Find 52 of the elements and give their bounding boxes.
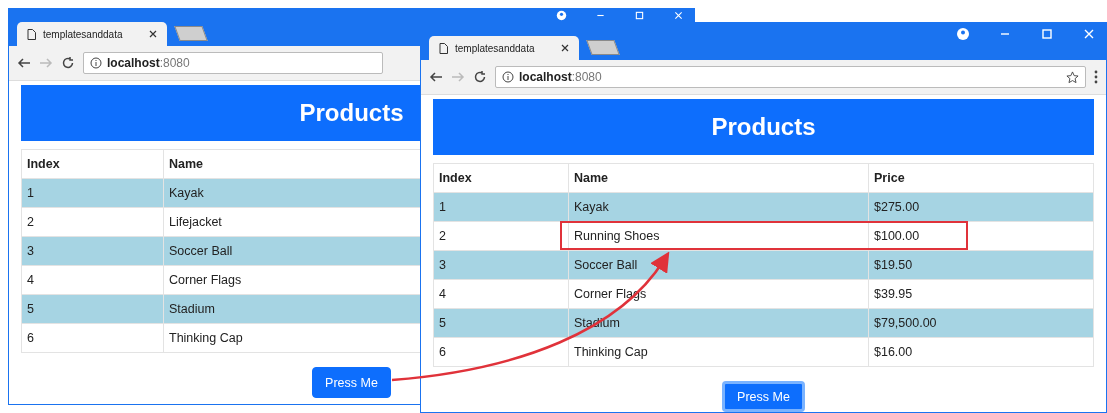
maximize-icon[interactable]	[634, 10, 645, 21]
table-cell: $39.95	[868, 279, 1094, 309]
press-me-button[interactable]: Press Me	[722, 381, 805, 412]
url-text: localhost:8080	[107, 56, 190, 70]
table-cell: Thinking Cap	[568, 337, 869, 367]
info-icon	[90, 57, 102, 69]
reload-icon[interactable]	[473, 70, 487, 84]
table-cell: 5	[433, 308, 569, 338]
column-header: Index	[433, 163, 569, 193]
column-header: Index	[21, 149, 164, 179]
back-arrow-icon[interactable]	[17, 56, 31, 70]
table-cell: $19.50	[868, 250, 1094, 280]
reload-icon[interactable]	[61, 56, 75, 70]
table-cell: 6	[21, 323, 164, 353]
column-header: Price	[868, 163, 1094, 193]
tab-title: templatesanddata	[455, 42, 536, 54]
account-icon[interactable]	[556, 10, 567, 21]
maximize-icon[interactable]	[1040, 27, 1054, 41]
url-text: localhost:8080	[519, 70, 602, 84]
address-field[interactable]: localhost:8080	[495, 66, 1086, 88]
table-cell: $79,500.00	[868, 308, 1094, 338]
table-cell: $16.00	[868, 337, 1094, 367]
back-arrow-icon[interactable]	[429, 70, 443, 84]
address-field[interactable]: localhost:8080	[83, 52, 383, 74]
menu-icon[interactable]	[1094, 70, 1098, 84]
tab-title: templatesanddata	[43, 28, 124, 40]
table-cell: 3	[433, 250, 569, 280]
press-me-button[interactable]: Press Me	[312, 367, 391, 398]
table-cell: Soccer Ball	[568, 250, 869, 280]
table-cell: 3	[21, 236, 164, 266]
info-icon	[502, 71, 514, 83]
browser-tab[interactable]: templatesanddata	[17, 22, 167, 46]
star-icon[interactable]	[1066, 70, 1079, 84]
column-header: Name	[568, 163, 869, 193]
new-tab-button[interactable]	[586, 40, 620, 55]
browser-tab[interactable]: templatesanddata	[429, 36, 579, 60]
page-icon	[439, 42, 448, 54]
table-cell: 1	[21, 178, 164, 208]
table-cell: 1	[433, 192, 569, 222]
close-icon[interactable]	[561, 44, 569, 52]
account-icon[interactable]	[956, 27, 970, 41]
page-heading: Products	[433, 99, 1094, 155]
close-icon[interactable]	[149, 30, 157, 38]
table-cell: 2	[433, 221, 569, 251]
new-tab-button[interactable]	[174, 26, 208, 41]
table-cell: $275.00	[868, 192, 1094, 222]
page-icon	[27, 28, 36, 40]
table-cell: 2	[21, 207, 164, 237]
table-cell: 5	[21, 294, 164, 324]
table-cell: Kayak	[568, 192, 869, 222]
table-cell: 4	[21, 265, 164, 295]
table-cell: 4	[433, 279, 569, 309]
